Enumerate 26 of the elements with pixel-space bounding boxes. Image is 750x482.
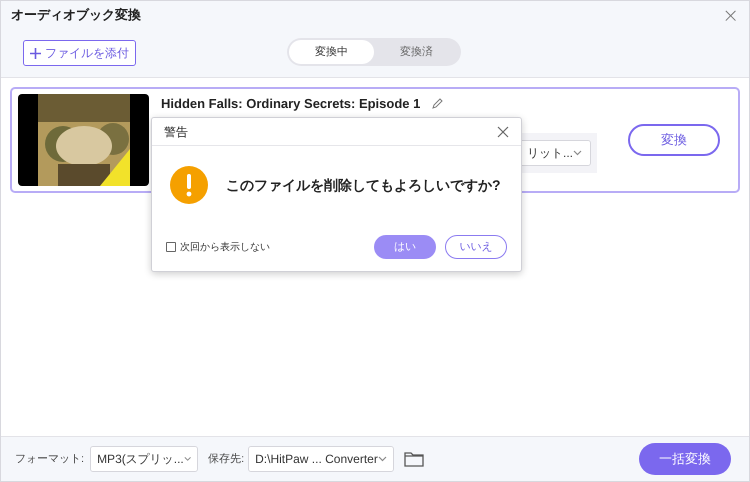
pencil-icon[interactable] <box>432 98 444 110</box>
caret-icon <box>573 150 582 156</box>
caret-icon <box>184 456 192 462</box>
dialog-message: このファイルを削除してもよろしいですか? <box>226 176 501 195</box>
dialog-title: 警告 <box>164 124 188 140</box>
yes-button[interactable]: はい <box>374 235 436 259</box>
window-title: オーディオブック変換 <box>11 6 141 24</box>
convert-all-button[interactable]: 一括変換 <box>639 443 731 475</box>
warning-icon <box>170 166 208 204</box>
folder-icon[interactable] <box>404 451 424 467</box>
caret-icon <box>378 456 388 462</box>
checkbox-label: 次回から表示しない <box>180 240 270 254</box>
tab[interactable]: 変換済 <box>374 40 459 64</box>
save-location-dropdown[interactable]: D:\HitPaw ... Converter <box>248 446 394 472</box>
file-title: Hidden Falls: Ordinary Secrets: Episode 1 <box>161 95 420 113</box>
convert-button[interactable]: 変換 <box>628 124 720 156</box>
tab[interactable]: 変換中 <box>289 40 374 64</box>
attach-file-button[interactable]: ファイルを添付 <box>23 40 136 66</box>
save-location-label: 保存先: <box>208 452 244 467</box>
close-icon[interactable] <box>497 126 509 138</box>
checkbox[interactable] <box>166 242 176 252</box>
format-dropdown[interactable]: MP3(スプリッ... <box>90 446 198 472</box>
plus-icon <box>30 48 41 58</box>
close-button[interactable]: × <box>722 5 739 25</box>
format-label: フォーマット: <box>15 452 84 467</box>
no-button[interactable]: いいえ <box>445 235 507 259</box>
